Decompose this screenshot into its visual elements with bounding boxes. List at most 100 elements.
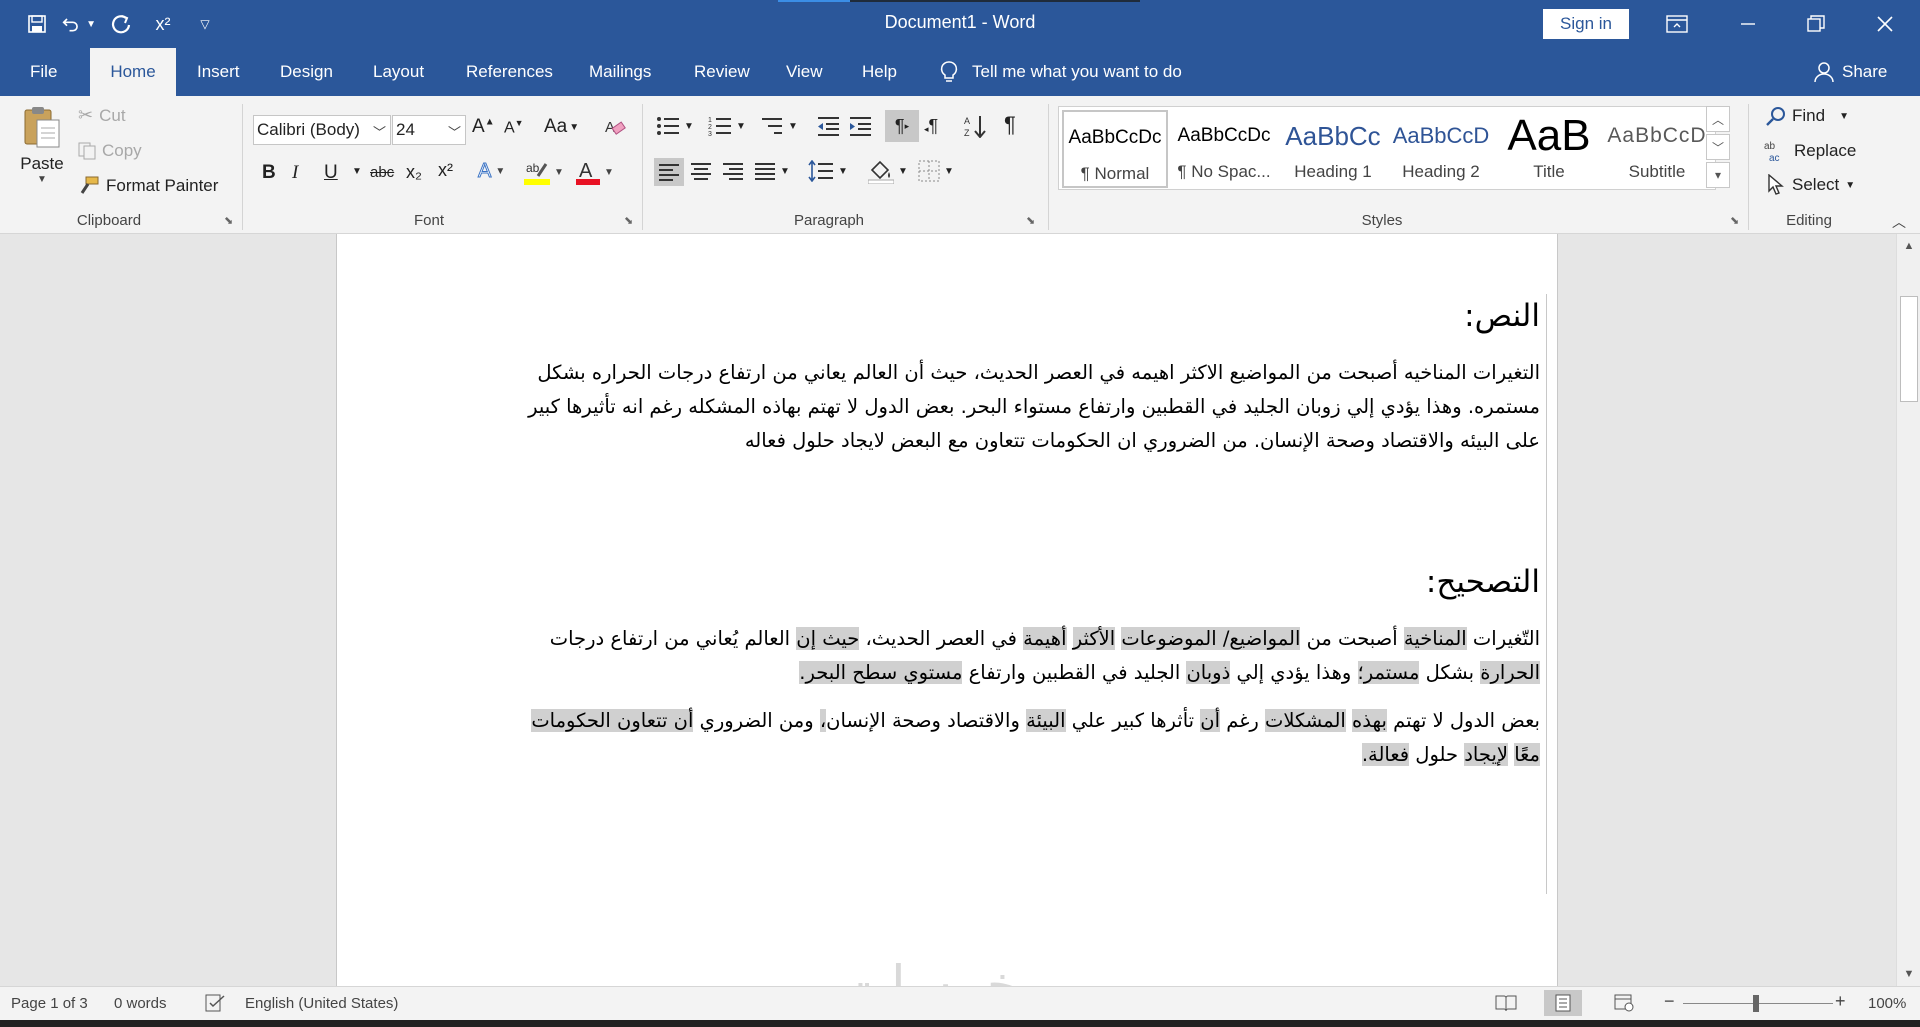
heading-correction[interactable]: التصحيح: [1426, 564, 1540, 600]
find-button[interactable]: Find ▼ [1766, 106, 1849, 126]
heading-original-text[interactable]: النص: [1464, 298, 1540, 334]
change-case-button[interactable]: Aa ▼ [544, 116, 579, 138]
style-no-spacing[interactable]: AaBbCcDc ¶ No Spac... [1171, 110, 1277, 188]
proofing-icon[interactable] [205, 994, 225, 1016]
corrected-paragraph-2[interactable]: بعض الدول لا تهتم بهذه المشكلات رغم أن ت… [510, 704, 1540, 772]
tab-insert[interactable]: Insert [197, 48, 240, 96]
style-normal[interactable]: AaBbCcDc ¶ Normal [1062, 110, 1168, 188]
text-effects-button[interactable]: A ▼ [477, 160, 505, 183]
corrected-word: ذوبان [1186, 661, 1231, 684]
paragraph-launcher-icon[interactable]: ⬊ [1026, 214, 1038, 227]
style-heading-2[interactable]: AaBbCcD Heading 2 [1388, 110, 1494, 188]
cut-button[interactable]: ✂ Cut [78, 105, 126, 126]
styles-more-icon[interactable]: ▾ [1706, 162, 1730, 188]
corrected-paragraph-1[interactable]: التّغيرات المناخية أصبحت من المواضيع/ ال… [500, 622, 1540, 690]
styles-group-label: Styles [1361, 212, 1403, 229]
shrink-font-button[interactable]: A▼ [504, 118, 524, 137]
corrected-word: المواضيع/ الموضوعات [1121, 627, 1301, 650]
tab-review[interactable]: Review [694, 48, 750, 96]
clipboard-launcher-icon[interactable]: ⬊ [224, 214, 236, 227]
style-heading-1[interactable]: AaBbCc Heading 1 [1280, 110, 1386, 188]
tab-home[interactable]: Home [90, 48, 176, 96]
sort-button[interactable]: AZ [964, 114, 988, 138]
read-mode-icon[interactable] [1495, 994, 1517, 1016]
italic-button[interactable]: I [292, 162, 298, 184]
font-launcher-icon[interactable]: ⬊ [624, 214, 636, 227]
font-size-dropdown[interactable]: 24 ﹀ [392, 115, 466, 145]
grow-font-button[interactable]: A▲ [472, 116, 495, 138]
align-center-button[interactable] [690, 162, 712, 180]
line-spacing-button[interactable]: ▼ [808, 160, 848, 182]
show-formatting-marks-button[interactable]: ¶ [1004, 112, 1016, 138]
format-painter-button[interactable]: Format Painter [78, 176, 218, 196]
decrease-indent-icon [818, 117, 839, 136]
underline-dropdown-icon[interactable]: ▼ [352, 166, 362, 177]
sign-in-button[interactable]: Sign in [1543, 9, 1629, 39]
vertical-scrollbar[interactable]: ▲ ▼ [1896, 234, 1920, 986]
tab-design[interactable]: Design [280, 48, 333, 96]
web-layout-icon[interactable] [1614, 994, 1634, 1016]
style-title[interactable]: AaB Title [1496, 110, 1602, 188]
bold-button[interactable]: B [262, 162, 276, 184]
tab-file[interactable]: File [30, 48, 57, 96]
align-right-button[interactable] [722, 162, 744, 180]
ribbon-display-options-icon[interactable] [1647, 0, 1707, 48]
minimize-icon[interactable] [1718, 0, 1778, 48]
highlight-color-button[interactable]: ab ▼ [524, 158, 564, 186]
font-color-button[interactable]: A ▼ [576, 158, 614, 186]
tab-mailings[interactable]: Mailings [589, 48, 651, 96]
tab-layout[interactable]: Layout [373, 48, 424, 96]
paste-dropdown-icon[interactable]: ▼ [37, 174, 47, 185]
style-sample: AaBbCc [1285, 120, 1381, 151]
corrected-word: المشكلات [1265, 709, 1346, 732]
select-button[interactable]: Select ▼ [1766, 174, 1855, 196]
subscript-button[interactable]: x₂ [406, 162, 422, 183]
styles-scroll-down-icon[interactable]: ﹀ [1706, 134, 1730, 160]
tab-references[interactable]: References [466, 48, 553, 96]
tell-me-search[interactable]: Tell me what you want to do [940, 48, 1182, 96]
scroll-up-icon[interactable]: ▲ [1897, 236, 1920, 256]
restore-icon[interactable] [1786, 0, 1846, 48]
paste-button[interactable]: Paste ▼ [20, 104, 64, 185]
multilevel-list-button[interactable]: ▼ [760, 116, 798, 136]
zoom-out-icon[interactable]: − [1664, 991, 1675, 1012]
clear-formatting-button[interactable]: A [604, 116, 626, 138]
style-sample: AaBbCcD [1607, 124, 1707, 147]
word-count[interactable]: 0 words [114, 995, 167, 1012]
rtl-direction-button[interactable]: ◂¶ [924, 116, 938, 137]
scroll-down-icon[interactable]: ▼ [1897, 964, 1920, 984]
document-page[interactable] [336, 234, 1558, 986]
page-count[interactable]: Page 1 of 3 [11, 995, 88, 1012]
tab-view[interactable]: View [786, 48, 823, 96]
ltr-direction-button[interactable]: ¶ ▸ [885, 110, 919, 142]
bullets-button[interactable]: ▼ [656, 116, 694, 136]
style-subtitle[interactable]: AaBbCcD Subtitle [1604, 110, 1710, 188]
font-name-dropdown[interactable]: Calibri (Body) ﹀ [253, 115, 391, 145]
zoom-level[interactable]: 100% [1868, 995, 1906, 1012]
styles-launcher-icon[interactable]: ⬊ [1730, 214, 1742, 227]
close-icon[interactable] [1855, 0, 1915, 48]
styles-scroll-up-icon[interactable]: ︿ [1706, 106, 1730, 132]
scrollbar-thumb[interactable] [1900, 296, 1918, 402]
align-right-icon [723, 163, 743, 180]
decrease-indent-button[interactable] [816, 116, 840, 136]
superscript-button[interactable]: x² [438, 160, 453, 181]
replace-button[interactable]: ab ac Replace [1764, 140, 1856, 162]
tab-help[interactable]: Help [862, 48, 897, 96]
shading-button[interactable]: ▼ [868, 158, 908, 184]
language-indicator[interactable]: English (United States) [245, 995, 398, 1012]
justify-button[interactable]: ▼ [754, 162, 790, 180]
collapse-ribbon-icon[interactable]: ︿ [1892, 212, 1906, 232]
strikethrough-button[interactable]: abc [370, 164, 394, 181]
align-left-button[interactable] [654, 158, 684, 186]
zoom-in-icon[interactable]: + [1835, 991, 1846, 1012]
print-layout-icon[interactable] [1544, 990, 1582, 1016]
original-paragraph[interactable]: التغيرات المناخيه أصبحت من المواضيع الاك… [500, 356, 1540, 458]
underline-button[interactable]: U [324, 162, 338, 184]
increase-indent-button[interactable] [848, 116, 872, 136]
borders-button[interactable]: ▼ [918, 160, 954, 182]
share-button[interactable]: Share [1812, 48, 1887, 96]
copy-button[interactable]: Copy [78, 141, 142, 161]
zoom-slider-thumb[interactable] [1753, 995, 1759, 1012]
numbering-button[interactable]: 123 ▼ [708, 116, 746, 136]
